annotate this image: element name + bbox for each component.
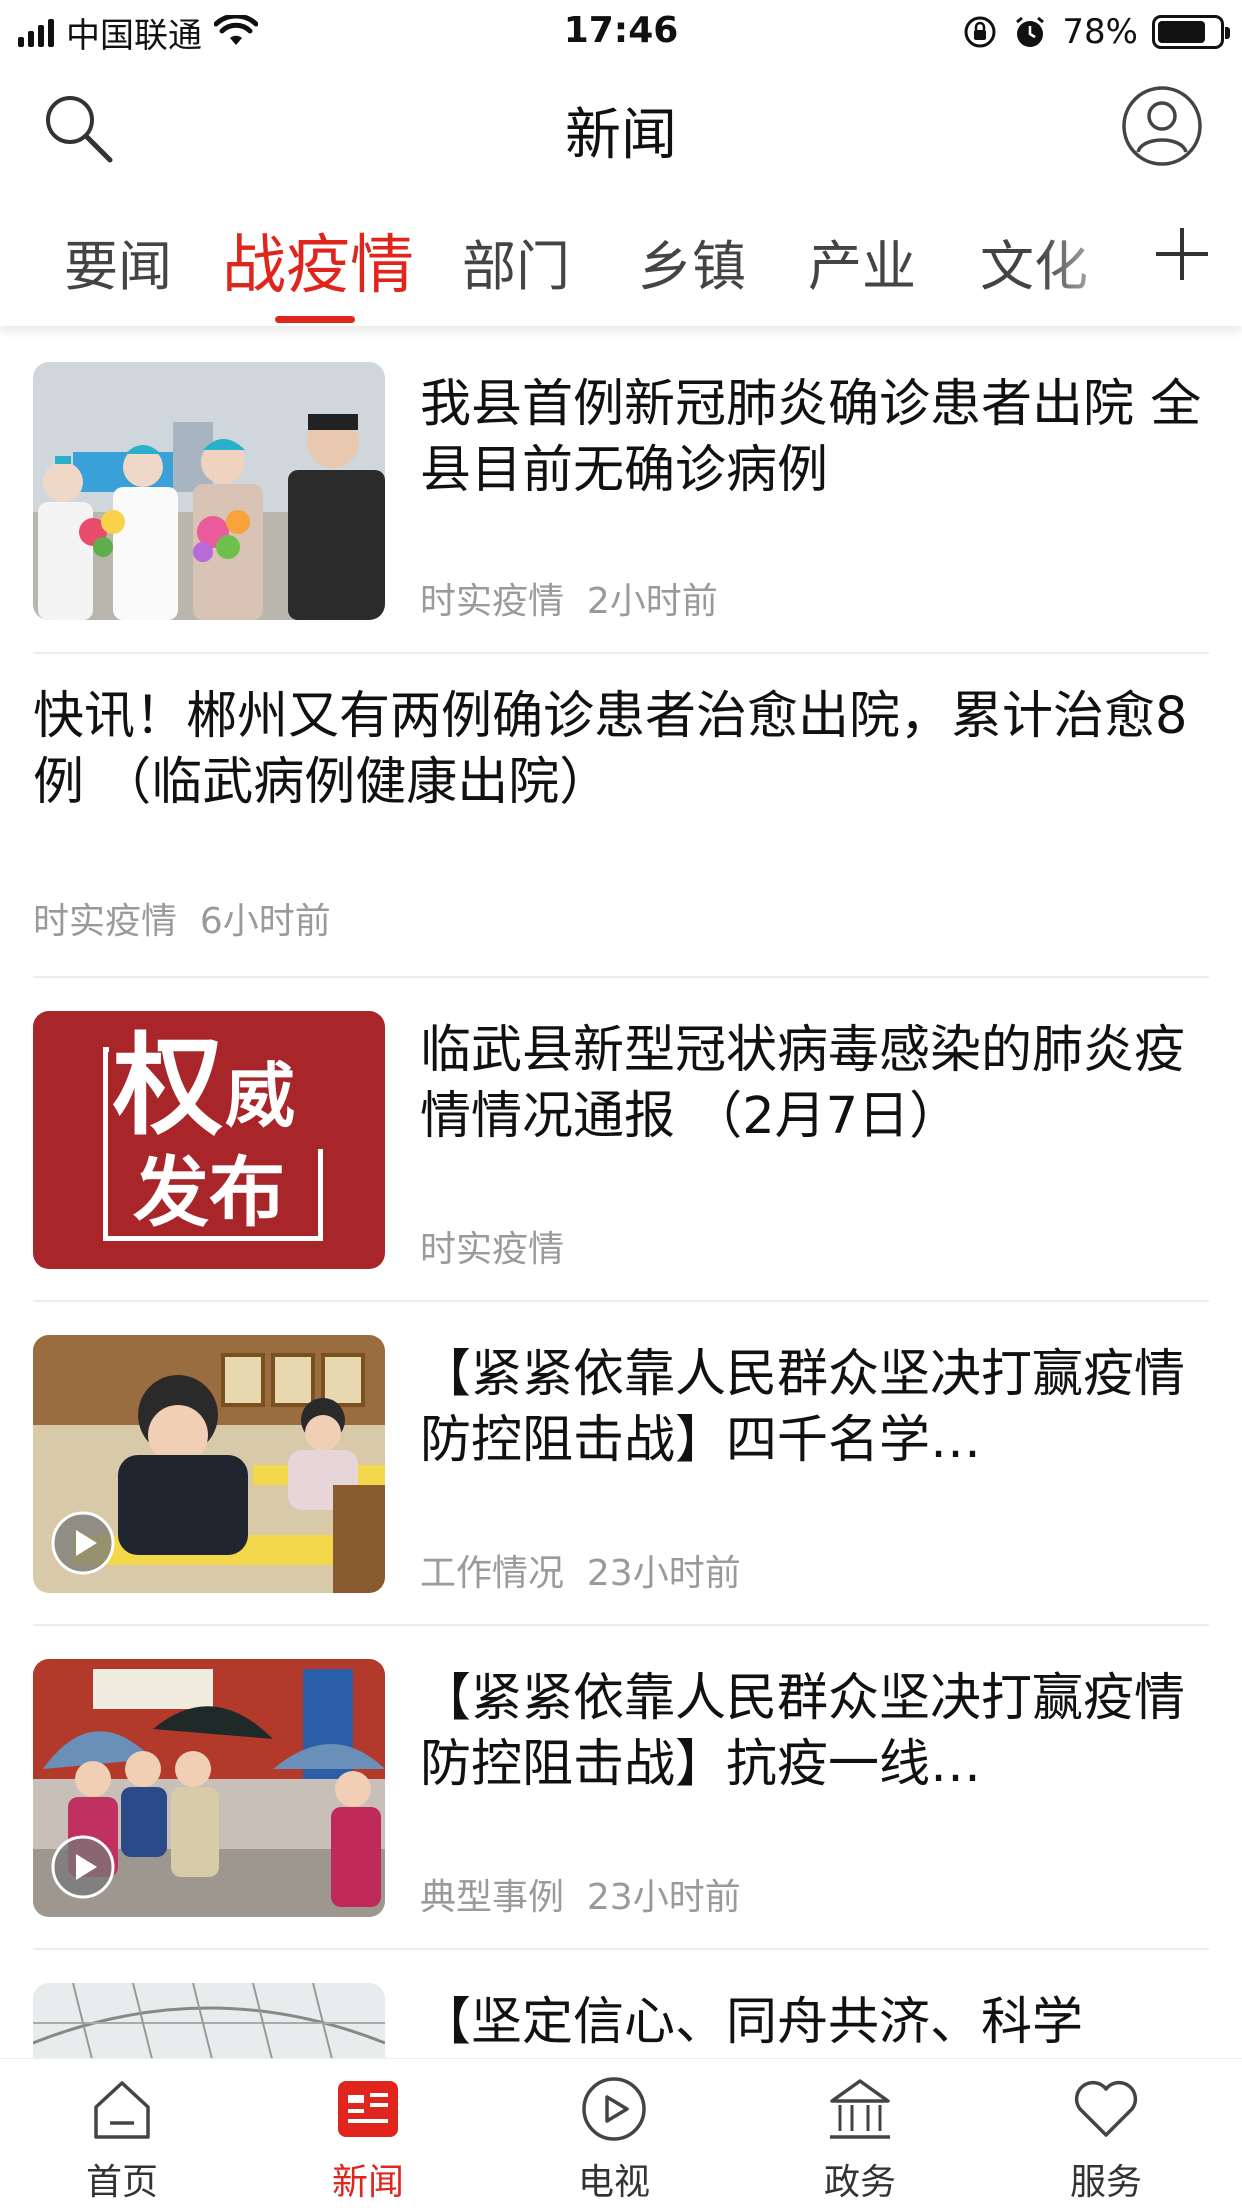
news-thumbnail (33, 1659, 385, 1917)
heart-icon (1074, 2080, 1138, 2137)
tab-zhanyiqing[interactable]: 战疫情 (222, 214, 414, 306)
news-title: 【紧紧依靠人民群众坚决打赢疫情防控阻击战】抗疫一线… (420, 1669, 1186, 1794)
news-meta: 时实疫情 6小时前 (33, 892, 331, 944)
news-title: 【紧紧依靠人民群众坚决打赢疫情防控阻击战】四千名学… (420, 1345, 1186, 1470)
news-thumbnail (33, 362, 385, 620)
news-item[interactable]: 【紧紧依靠人民群众坚决打赢疫情防控阻击战】抗疫一线… 典型事例 23小时前 (33, 1626, 1209, 1950)
nav-label: 政务 (823, 2162, 896, 2203)
news-meta: 典型事例 23小时前 (420, 1868, 741, 1920)
tab-bumen[interactable]: 部门 (462, 222, 570, 301)
news-item[interactable]: 快讯！郴州又有两例确诊患者治愈出院，累计治愈8例 （临武病例健康出院） 时实疫情… (33, 654, 1209, 978)
thumb-text-quan: 权 (113, 1021, 223, 1150)
play-circle-icon (582, 2077, 646, 2141)
news-time: 23小时前 (586, 1553, 741, 1594)
page-title: 新闻 (565, 103, 677, 168)
government-building-icon (830, 2079, 890, 2139)
nav-news[interactable]: 新闻 (288, 2073, 448, 2205)
thumb-text-wei: 威 (225, 1055, 295, 1137)
news-category: 时实疫情 (420, 1229, 565, 1270)
status-bar: 中国联通 17:46 78% (0, 0, 1242, 62)
bottom-navigation: 首页 新闻 电视 政务 服务 (0, 2058, 1242, 2208)
nav-service[interactable]: 服务 (1026, 2073, 1186, 2205)
news-thumbnail (33, 1983, 385, 2058)
thumb-text-fabu: 发布 (133, 1148, 285, 1237)
status-right: 78% (962, 10, 1230, 54)
news-title: 快讯！郴州又有两例确诊患者治愈出院，累计治愈8例 （临武病例健康出院） (33, 687, 1188, 812)
nav-government[interactable]: 政务 (780, 2073, 940, 2205)
video-play-icon (51, 1511, 115, 1575)
tab-xiangzhen[interactable]: 乡镇 (638, 222, 746, 301)
battery-level (1158, 21, 1205, 43)
nav-label: 服务 (1069, 2162, 1142, 2203)
news-thumbnail (33, 1335, 385, 1593)
news-icon (338, 2081, 398, 2137)
news-time: 2小时前 (586, 581, 718, 622)
video-play-icon (51, 1835, 115, 1899)
news-meta: 工作情况 23小时前 (420, 1544, 741, 1596)
news-title: 临武县新型冠状病毒感染的肺炎疫情情况通报 （2月7日） (420, 1021, 1186, 1146)
news-title: 【坚定信心、同舟共济、科学 (420, 1993, 1084, 2052)
battery-percent: 78% (1062, 12, 1138, 52)
home-icon (94, 2081, 150, 2139)
news-category: 典型事例 (420, 1877, 565, 1918)
news-item[interactable]: 【紧紧依靠人民群众坚决打赢疫情防控阻击战】四千名学… 工作情况 23小时前 (33, 1302, 1209, 1626)
news-item[interactable]: 【坚定信心、同舟共济、科学 (33, 1950, 1209, 2058)
orientation-lock-icon (964, 16, 996, 48)
news-item[interactable]: 我县首例新冠肺炎确诊患者出院 全县目前无确诊病例 时实疫情 2小时前 (33, 362, 1209, 654)
news-category: 时实疫情 (33, 901, 178, 942)
nav-home[interactable]: 首页 (42, 2073, 202, 2205)
nav-label: 电视 (577, 2162, 650, 2203)
battery-icon (1152, 15, 1230, 49)
user-profile-button[interactable] (1120, 84, 1204, 168)
plus-icon (1156, 228, 1208, 280)
add-channel-button[interactable] (1152, 224, 1212, 284)
news-time: 6小时前 (199, 901, 331, 942)
news-meta: 时实疫情 (420, 1220, 564, 1272)
news-list: 我县首例新冠肺炎确诊患者出院 全县目前无确诊病例 时实疫情 2小时前 快讯！郴州… (0, 326, 1242, 2058)
nav-label: 新闻 (331, 2162, 404, 2203)
news-meta: 时实疫情 2小时前 (420, 572, 718, 624)
category-tabs: 要闻 战疫情 部门 乡镇 产业 文化 (0, 192, 1242, 326)
news-title: 我县首例新冠肺炎确诊患者出院 全县目前无确诊病例 (420, 375, 1202, 500)
news-time: 23小时前 (586, 1877, 741, 1918)
header: 新闻 (0, 62, 1242, 192)
nav-tv[interactable]: 电视 (534, 2073, 694, 2205)
alarm-icon (1016, 16, 1045, 47)
user-avatar-icon (1122, 86, 1202, 166)
news-category: 时实疫情 (420, 581, 565, 622)
news-thumbnail: 权 威 发布 (33, 1011, 385, 1269)
tab-fade-overlay (1040, 192, 1160, 322)
tab-chanye[interactable]: 产业 (808, 222, 916, 301)
active-tab-indicator (275, 316, 355, 323)
news-item[interactable]: 权 威 发布 临武县新型冠状病毒感染的肺炎疫情情况通报 （2月7日） 时实疫情 (33, 978, 1209, 1302)
nav-label: 首页 (85, 2162, 158, 2203)
tab-yaowen[interactable]: 要闻 (64, 222, 172, 301)
news-category: 工作情况 (420, 1553, 565, 1594)
